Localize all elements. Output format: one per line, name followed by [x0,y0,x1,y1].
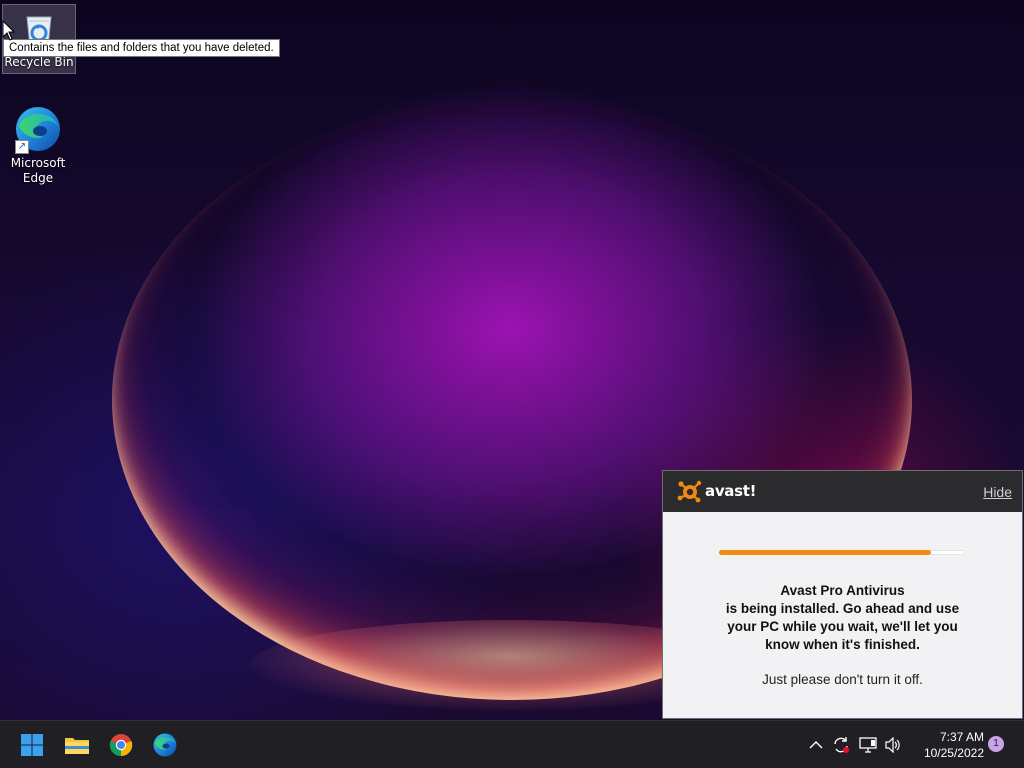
avast-install-popup: avast! Hide Avast Pro Antivirus is being… [662,470,1023,719]
avast-logo: avast! [677,479,756,503]
taskbar-edge[interactable] [149,729,181,761]
taskbar-clock[interactable]: 7:37 AM 10/25/2022 [912,729,984,761]
install-progress-fill [719,550,931,555]
edge-label: Microsoft Edge [10,156,66,185]
shortcut-arrow-icon: ↗ [15,140,29,154]
install-message-line: is being installed. Go ahead and use [725,601,960,616]
mouse-cursor-icon [2,20,16,41]
chevron-up-icon[interactable] [806,735,826,755]
install-progress-bar [719,550,965,555]
edge-icon: ↗ [13,104,63,154]
chrome-icon [109,734,133,757]
notification-badge[interactable]: 1 [988,736,1004,752]
recycle-bin-label: Recycle Bin [4,55,74,69]
edge-icon [153,733,177,757]
volume-icon[interactable] [883,735,903,755]
desktop-icon-microsoft-edge[interactable]: ↗ Microsoft Edge [1,104,75,186]
avast-header: avast! Hide [663,471,1022,512]
hide-link[interactable]: Hide [983,484,1012,500]
install-message-line: know when it's finished. [765,637,920,652]
start-button[interactable] [16,729,48,761]
install-note: Just please don't turn it off. [762,672,923,687]
taskbar: 7:37 AM 10/25/2022 [0,720,1024,768]
install-message: Avast Pro Antivirus is being installed. … [663,582,1022,654]
windows-start-icon [21,734,43,756]
avast-logo-icon [677,480,702,503]
recycle-bin-tooltip: Contains the files and folders that you … [3,39,280,57]
clock-date: 10/25/2022 [923,746,984,760]
clock-time: 7:37 AM [939,730,984,744]
avast-brand-text: avast! [705,482,757,500]
taskbar-file-explorer[interactable] [61,729,93,761]
sync-icon[interactable] [831,735,851,755]
folder-icon [65,738,89,754]
network-icon[interactable] [858,735,878,755]
taskbar-chrome[interactable] [105,729,137,761]
install-message-line: Avast Pro Antivirus [780,583,905,598]
install-message-line: your PC while you wait, we'll let you [727,619,958,634]
